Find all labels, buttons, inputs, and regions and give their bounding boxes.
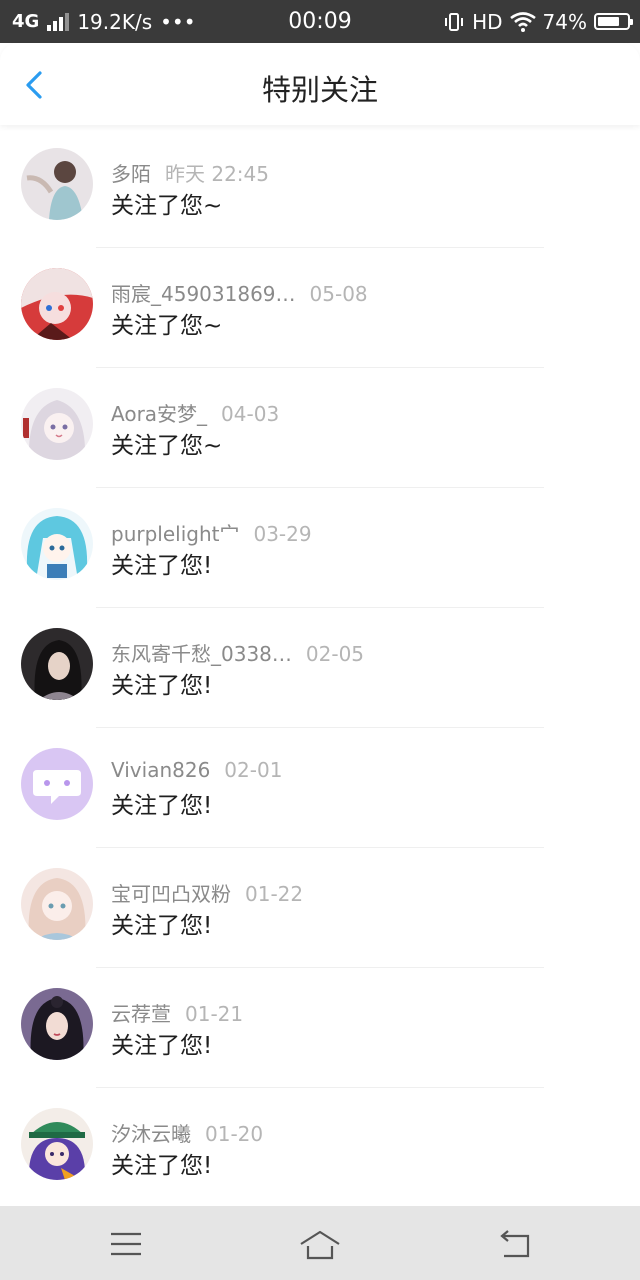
timestamp: 01-21 (185, 1002, 244, 1026)
list-item[interactable]: Aora安梦_ 04-03 关注了您~ (0, 368, 640, 488)
vibrate-icon (445, 12, 464, 31)
list-item[interactable]: 云荐萱 01-21 关注了您! (0, 968, 640, 1088)
avatar[interactable] (21, 268, 93, 340)
avatar[interactable] (21, 868, 93, 940)
user-name[interactable]: 东风寄千愁_0338… (111, 642, 292, 666)
battery-percent: 74% (542, 9, 587, 34)
message-text: 关注了您~ (111, 193, 223, 219)
avatar[interactable] (21, 988, 93, 1060)
list-item[interactable]: 东风寄千愁_0338… 02-05 关注了您! (0, 608, 640, 728)
message-text: 关注了您! (111, 1033, 213, 1059)
home-button[interactable] (298, 1224, 342, 1264)
user-name[interactable]: 云荐萱 (111, 1002, 171, 1026)
timestamp: 02-01 (224, 758, 283, 782)
avatar[interactable] (21, 148, 93, 220)
timestamp: 01-20 (205, 1122, 264, 1146)
list-item[interactable]: 宝可凹凸双粉 01-22 关注了您! (0, 848, 640, 968)
follow-notification-list: 多陌 昨天 22:45 关注了您~ 雨宸_459031869… 05-08 关注了您… (0, 128, 640, 1208)
message-text: 关注了您! (111, 1153, 213, 1179)
clock: 00:09 (288, 9, 352, 34)
page-title: 特别关注 (261, 73, 378, 107)
home-icon (300, 1230, 340, 1260)
timestamp: 02-05 (305, 642, 365, 666)
battery-icon (594, 13, 633, 30)
menu-button[interactable] (106, 1224, 146, 1264)
timestamp: 01-22 (245, 882, 304, 906)
message-text: 关注了您~ (111, 313, 223, 339)
user-name[interactable]: purplelight宀 (111, 522, 239, 546)
hd-indicator: HD (472, 9, 503, 34)
timestamp: 03-29 (253, 522, 312, 546)
list-item[interactable]: Vivian826 02-01 关注了您! (0, 728, 640, 848)
top-bar: 特别关注 (0, 43, 640, 125)
message-text: 关注了您! (111, 793, 213, 819)
back-nav-button[interactable] (496, 1224, 536, 1264)
timestamp: 昨天 22:45 (165, 162, 269, 186)
back-icon (500, 1230, 530, 1258)
avatar[interactable] (21, 1108, 93, 1180)
avatar[interactable] (21, 748, 93, 820)
avatar[interactable] (21, 388, 93, 460)
menu-icon (111, 1232, 141, 1256)
status-bar: 4G 19.2K/s ••• 00:09 HD 74% (0, 0, 640, 43)
message-text: 关注了您! (111, 913, 213, 939)
wifi-icon (509, 11, 536, 32)
message-text: 关注了您! (111, 673, 213, 699)
message-text: 关注了您! (111, 553, 213, 579)
list-item[interactable]: purplelight宀 03-29 关注了您! (0, 488, 640, 608)
list-item[interactable]: 汐沐云曦 01-20 关注了您! (0, 1088, 640, 1208)
timestamp: 05-08 (309, 282, 368, 306)
system-navigation-bar (0, 1206, 640, 1280)
list-item[interactable]: 多陌 昨天 22:45 关注了您~ (0, 128, 640, 248)
user-name[interactable]: 雨宸_459031869… (111, 282, 296, 306)
message-text: 关注了您~ (111, 433, 223, 459)
user-name[interactable]: 汐沐云曦 (111, 1122, 191, 1146)
list-item[interactable]: 雨宸_459031869… 05-08 关注了您~ (0, 248, 640, 368)
user-name[interactable]: 宝可凹凸双粉 (111, 882, 231, 906)
user-name[interactable]: 多陌 (111, 162, 151, 186)
avatar[interactable] (21, 508, 93, 580)
timestamp: 04-03 (221, 402, 280, 426)
avatar[interactable] (21, 628, 93, 700)
user-name[interactable]: Vivian826 (111, 758, 210, 782)
user-name[interactable]: Aora安梦_ (111, 402, 207, 426)
